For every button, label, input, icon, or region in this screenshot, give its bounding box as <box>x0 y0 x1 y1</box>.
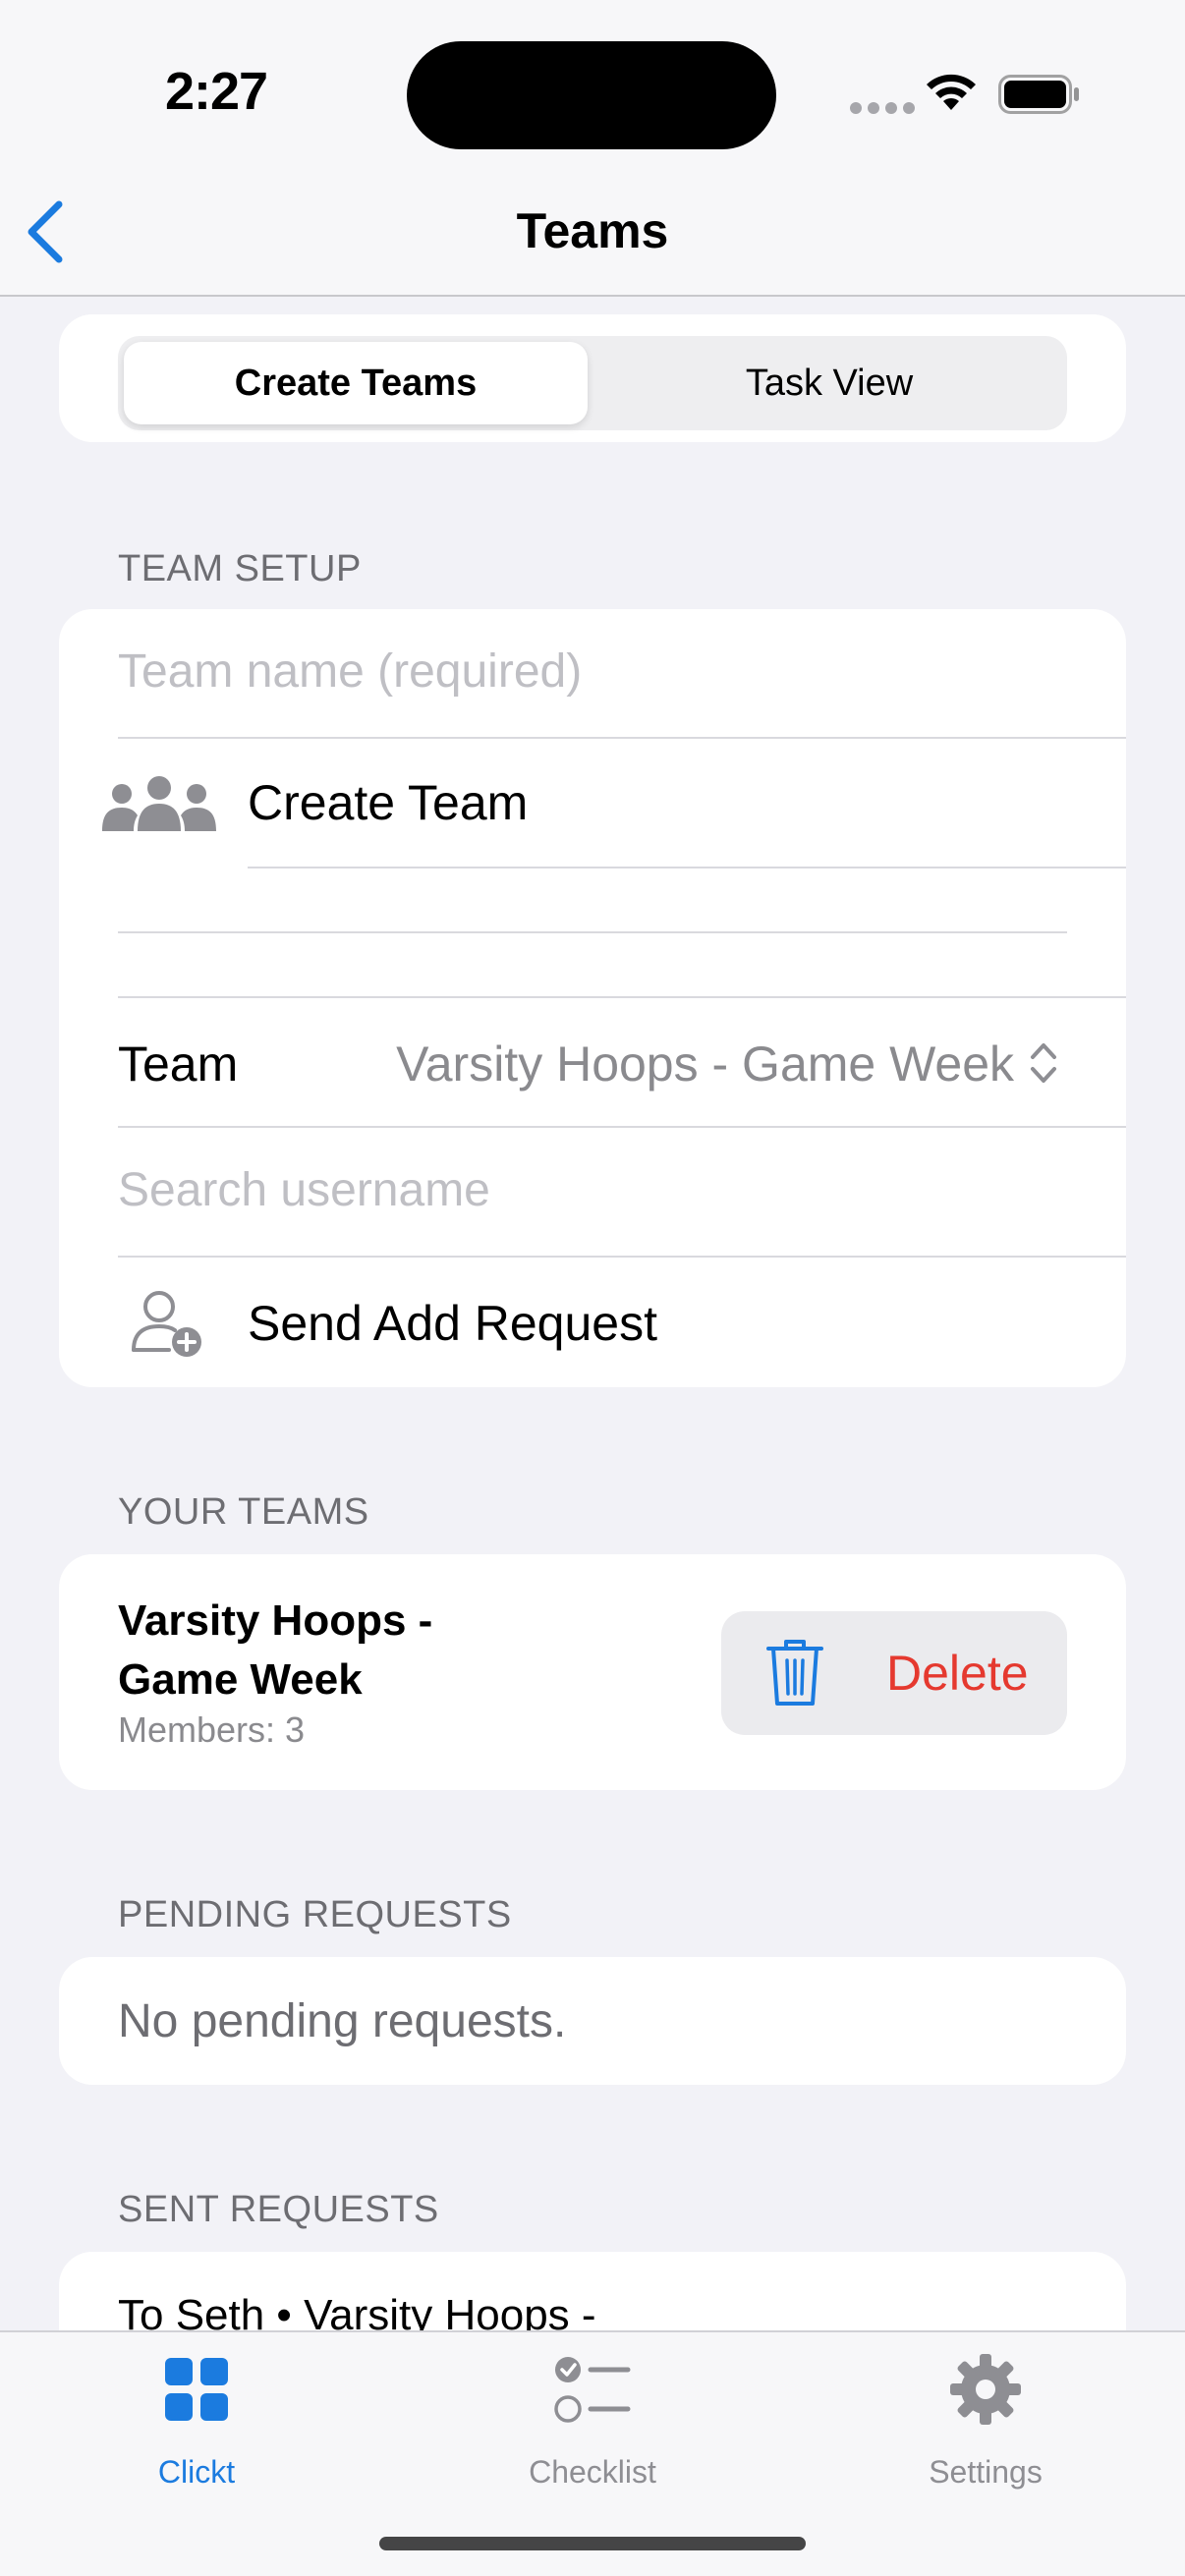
your-teams-header: YOUR TEAMS <box>118 1491 369 1533</box>
team-name-line-2: Game Week <box>118 1655 363 1704</box>
status-time: 2:27 <box>165 62 268 121</box>
pending-requests-header: PENDING REQUESTS <box>118 1894 512 1935</box>
gear-icon <box>950 2354 1021 2425</box>
delete-label: Delete <box>886 1646 1029 1701</box>
chevron-up-down-icon <box>1031 1043 1056 1083</box>
search-username-input[interactable]: Search username <box>118 1163 490 1217</box>
trash-icon <box>766 1640 823 1706</box>
tab-label-settings: Settings <box>929 2454 1043 2490</box>
group-icon <box>102 776 216 831</box>
teams-screen: 2:27 Teams Create Teams Task View TEAM S… <box>0 0 1185 2576</box>
dynamic-island <box>407 41 776 149</box>
team-name-line-1: Varsity Hoops - <box>118 1596 433 1645</box>
divider <box>248 867 1126 868</box>
person-add-icon <box>132 1291 201 1357</box>
team-picker-value[interactable]: Varsity Hoops - Game Week <box>396 1036 1014 1092</box>
segmented-card: Create Teams Task View <box>59 314 1126 442</box>
delete-team-button[interactable]: Delete <box>721 1611 1067 1735</box>
wifi-icon <box>927 74 976 110</box>
mode-segmented-control: Create Teams Task View <box>118 336 1067 430</box>
sent-requests-header: SENT REQUESTS <box>118 2189 439 2230</box>
team-name-row: Team name (required) <box>59 609 1126 739</box>
team-picker-label: Team <box>118 1036 239 1092</box>
team-name-input[interactable]: Team name (required) <box>118 644 582 699</box>
create-team-row[interactable]: Create Team <box>59 739 1126 868</box>
segment-task-view[interactable]: Task View <box>597 342 1061 424</box>
cellular-icon <box>850 102 915 114</box>
pending-empty-text: No pending requests. <box>118 1995 567 2047</box>
checklist-icon <box>554 2357 631 2423</box>
team-setup-card: Team name (required) Create Team Team Va… <box>59 609 1126 1387</box>
grid-icon <box>165 2358 228 2421</box>
send-request-row[interactable]: Send Add Request <box>59 1258 1126 1387</box>
battery-icon <box>998 75 1079 114</box>
your-teams-card: Varsity Hoops - Game Week Members: 3 Del… <box>59 1554 1126 1790</box>
segment-create-teams[interactable]: Create Teams <box>124 342 588 424</box>
top-bar: 2:27 Teams <box>0 0 1185 297</box>
create-team-label: Create Team <box>248 775 529 830</box>
divider <box>118 931 1067 933</box>
send-request-label: Send Add Request <box>248 1296 657 1351</box>
tab-label-clickt: Clickt <box>157 2454 236 2490</box>
home-indicator <box>379 2537 806 2550</box>
team-setup-header: TEAM SETUP <box>118 548 362 589</box>
team-members-count: Members: 3 <box>118 1709 306 1750</box>
page-title: Teams <box>516 203 669 258</box>
search-row: Search username <box>59 1128 1126 1258</box>
team-picker-row[interactable]: Team Varsity Hoops - Game Week <box>59 998 1126 1128</box>
pending-requests-card: No pending requests. <box>59 1957 1126 2085</box>
tab-label-checklist: Checklist <box>529 2454 656 2490</box>
team-name: Varsity Hoops - Game Week <box>118 1592 432 1709</box>
